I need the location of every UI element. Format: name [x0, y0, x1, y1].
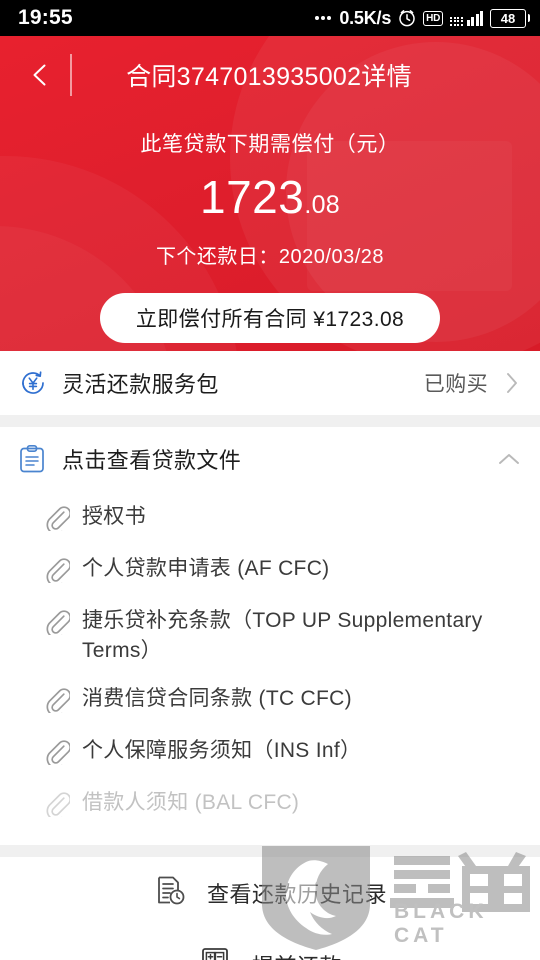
- clipboard-icon: [18, 444, 52, 474]
- network-speed-label: 0.5K/s: [339, 7, 392, 28]
- early-repayment-label: 提前还款: [252, 949, 342, 960]
- hero-header: 合同3747013935002详情 此笔贷款下期需偿付（元） 1723.08 下…: [0, 36, 540, 351]
- actions-card: 查看还款历史记录 提前还款: [0, 856, 540, 960]
- signal-dots-icon: [450, 16, 463, 26]
- document-history-icon: [153, 873, 187, 912]
- paperclip-icon: [44, 791, 71, 822]
- document-item[interactable]: 授权书: [0, 493, 540, 545]
- paperclip-icon: [44, 505, 71, 536]
- paperclip-icon: [44, 687, 71, 718]
- battery-icon: 48: [490, 8, 530, 28]
- document-item-label: 个人贷款申请表 (AF CFC): [82, 557, 330, 580]
- dots-icon: [315, 16, 332, 20]
- documents-header-row[interactable]: 点击查看贷款文件: [0, 427, 540, 491]
- section-gap: [0, 415, 540, 427]
- app-root: 19:55 0.5K/s HD 48 合同3747013935002详情 此笔贷…: [0, 0, 540, 960]
- document-item[interactable]: 个人贷款申请表 (AF CFC): [0, 545, 540, 597]
- due-amount: 1723.08: [0, 174, 540, 220]
- documents-toggle[interactable]: [496, 449, 522, 469]
- document-item-label: 捷乐贷补充条款（TOP UP Supplementary Terms）: [82, 609, 483, 662]
- back-arrow-icon: [33, 64, 46, 86]
- service-package-label: 灵活还款服务包: [62, 372, 219, 397]
- early-repayment-row[interactable]: 提前还款: [0, 928, 540, 960]
- back-button[interactable]: [18, 52, 64, 98]
- calculator-icon: [198, 945, 232, 960]
- service-package-row[interactable]: 灵活还款服务包 已购买: [0, 351, 540, 415]
- document-item-label: 借款人须知 (BAL CFC): [82, 790, 300, 814]
- chevron-up-icon[interactable]: [496, 449, 522, 469]
- document-item-label: 消费信贷合同条款 (TC CFC): [82, 686, 352, 710]
- due-amount-decimal: .08: [304, 191, 340, 219]
- alarm-clock-icon: [398, 9, 416, 27]
- next-payment-date: 下个还款日：2020/03/28: [155, 246, 385, 268]
- document-item-label: 个人保障服务须知（INS Inf）: [82, 738, 362, 762]
- battery-level-label: 48: [490, 8, 526, 28]
- document-item[interactable]: 消费信贷合同条款 (TC CFC): [0, 675, 540, 727]
- documents-card: 点击查看贷款文件 授权书个人贷款申请表 (AF CFC) 捷乐贷补充条款（TOP …: [0, 427, 540, 845]
- status-bar: 19:55 0.5K/s HD 48: [0, 0, 540, 36]
- battery-cap: [527, 14, 530, 22]
- hd-icon: HD: [423, 10, 443, 26]
- documents-list: 授权书个人贷款申请表 (AF CFC) 捷乐贷补充条款（TOP UP Supple…: [0, 491, 540, 845]
- pay-all-contracts-button[interactable]: 立即偿付所有合同 ¥1723.08: [100, 293, 440, 343]
- hero-body: 此笔贷款下期需偿付（元） 1723.08 下个还款日：2020/03/28 立即…: [0, 128, 540, 343]
- document-item-label: 授权书: [82, 505, 146, 528]
- navigation-bar: 合同3747013935002详情: [0, 36, 540, 114]
- page-title: 合同3747013935002详情: [126, 63, 412, 91]
- documents-title: 点击查看贷款文件: [62, 448, 242, 473]
- due-amount-integer: 1723: [200, 171, 305, 223]
- service-package-status: 已购买: [423, 373, 488, 396]
- paperclip-icon: [44, 609, 71, 640]
- paperclip-icon: [44, 739, 71, 770]
- status-bar-icons: 0.5K/s HD 48: [315, 8, 530, 29]
- paperclip-icon: [44, 557, 71, 588]
- service-card: 灵活还款服务包 已购买: [0, 351, 540, 415]
- document-item[interactable]: 个人保障服务须知（INS Inf）: [0, 727, 540, 779]
- signal-bars-icon: [450, 10, 483, 26]
- document-item[interactable]: 借款人须知 (BAL CFC): [0, 779, 540, 831]
- section-gap: [0, 844, 540, 857]
- view-payment-history-label: 查看还款历史记录: [206, 881, 387, 907]
- chevron-right-icon[interactable]: [502, 370, 522, 396]
- status-time: 19:55: [18, 6, 73, 29]
- view-payment-history-row[interactable]: 查看还款历史记录: [0, 856, 540, 929]
- hero-subtitle: 此笔贷款下期需偿付（元）: [140, 133, 400, 156]
- document-item[interactable]: 捷乐贷补充条款（TOP UP Supplementary Terms）: [0, 597, 540, 675]
- yen-refresh-icon: [18, 368, 52, 398]
- service-package-right: 已购买: [424, 368, 522, 398]
